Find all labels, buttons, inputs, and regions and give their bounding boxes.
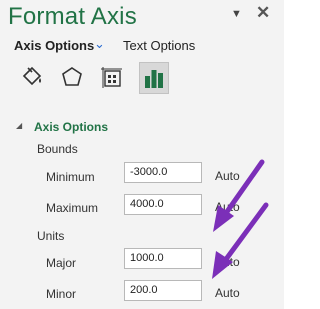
major-input[interactable]: 1000.0 [124, 248, 202, 269]
effects-pentagon-icon[interactable] [58, 62, 86, 92]
axis-options-bar-chart-icon[interactable] [139, 62, 169, 94]
format-axis-pane: Format Axis ▼ ✕ Axis Options ⌄ Text Opti… [0, 0, 284, 309]
units-label: Units [37, 229, 65, 243]
minimum-input[interactable]: -3000.0 [124, 162, 202, 183]
tab-axis-options[interactable]: Axis Options [14, 38, 94, 53]
maximum-label: Maximum [46, 201, 99, 215]
minor-input[interactable]: 200.0 [124, 280, 202, 301]
minor-label: Minor [46, 287, 77, 301]
close-icon[interactable]: ✕ [256, 3, 270, 23]
major-label: Major [46, 256, 77, 270]
maximum-input[interactable]: 4000.0 [124, 194, 202, 215]
fill-line-icon[interactable] [18, 62, 46, 92]
chevron-down-icon[interactable]: ▼ [231, 8, 242, 20]
pane-title: Format Axis [8, 3, 137, 30]
major-auto-button[interactable]: Auto [215, 255, 240, 269]
tab-text-options[interactable]: Text Options [123, 38, 195, 53]
size-properties-icon[interactable] [98, 62, 126, 92]
tab-dropdown-chevron-icon[interactable]: ⌄ [94, 36, 105, 52]
collapse-triangle-icon[interactable]: ◢ [16, 121, 22, 130]
minimum-auto-button[interactable]: Auto [215, 169, 240, 183]
bounds-label: Bounds [37, 142, 78, 156]
section-axis-options[interactable]: Axis Options [34, 120, 108, 134]
maximum-auto-button[interactable]: Auto [215, 200, 240, 214]
minor-auto-button[interactable]: Auto [215, 286, 240, 300]
minimum-label: Minimum [46, 170, 95, 184]
